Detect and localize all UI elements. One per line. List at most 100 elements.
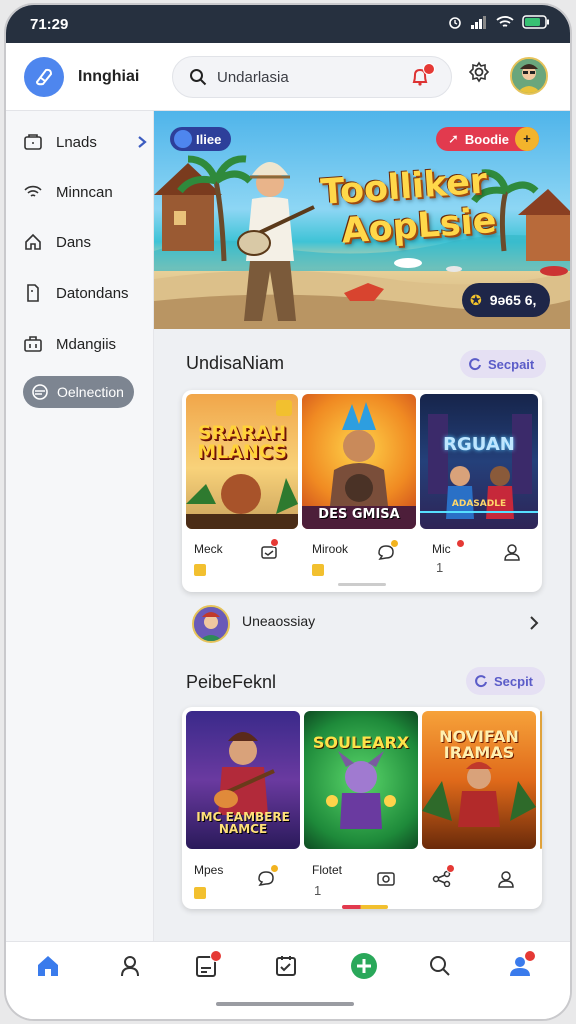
scroll-indicator bbox=[342, 905, 388, 909]
search-input[interactable]: Undarlasia bbox=[217, 69, 289, 86]
badge-icon bbox=[276, 400, 292, 416]
banner-tag-right[interactable]: ➚ Boodie + bbox=[436, 127, 539, 151]
game-label[interactable]: Flotet bbox=[312, 863, 342, 877]
sidebar-item-minncan[interactable]: Minncan bbox=[22, 174, 148, 210]
game-art-title: IMC EAMBERE NAMCE bbox=[196, 810, 290, 836]
chevron-right-icon bbox=[530, 616, 539, 630]
palette-icon bbox=[29, 381, 51, 403]
sidebar-item-datondans[interactable]: Datondans bbox=[22, 275, 148, 311]
notification-badge bbox=[270, 864, 279, 873]
see-all-button[interactable]: Secpit bbox=[466, 667, 546, 695]
app-name: Innghiai bbox=[78, 68, 140, 85]
friend-name: Uneaossiay bbox=[242, 613, 316, 629]
avatar-image bbox=[512, 59, 546, 93]
tab-friends[interactable] bbox=[506, 950, 536, 980]
logo-icon bbox=[35, 68, 53, 86]
game-thumbnail[interactable]: DES GMISA bbox=[302, 394, 416, 529]
home-indicator[interactable] bbox=[216, 1002, 354, 1006]
tab-search[interactable] bbox=[426, 952, 454, 980]
banner-tag-left[interactable]: Iliee bbox=[170, 127, 232, 151]
settings-button[interactable] bbox=[468, 61, 490, 88]
gear-icon bbox=[468, 61, 490, 83]
sidebar-item-mdangiis[interactable]: Mdangiis bbox=[22, 326, 148, 362]
game-thumbnail[interactable]: NOVIFAN IRAMAS bbox=[422, 711, 536, 849]
arrow-icon: ➚ bbox=[448, 131, 459, 146]
game-art-title: RGUAN bbox=[443, 434, 515, 455]
see-all-button[interactable]: Secpait bbox=[460, 350, 547, 378]
chevron-right-icon bbox=[138, 136, 147, 148]
game-thumbnail-partial[interactable] bbox=[540, 711, 542, 849]
tab-home[interactable] bbox=[34, 952, 62, 980]
notification-badge bbox=[446, 864, 455, 873]
notification-badge bbox=[456, 539, 465, 548]
notification-badge bbox=[524, 950, 536, 962]
camera-icon[interactable] bbox=[376, 869, 396, 887]
main-content: Iliee ➚ Boodie + Toolliker AopLsie ✪ 9ǝ6… bbox=[154, 111, 570, 941]
banner-counter: ✪ 9ǝ65 6, bbox=[462, 283, 551, 317]
notification-badge bbox=[423, 63, 435, 75]
game-thumbnail[interactable]: SRARAH MLANCS bbox=[186, 394, 298, 529]
signal-icon bbox=[471, 16, 486, 29]
tab-profile[interactable] bbox=[116, 952, 144, 980]
status-icons bbox=[448, 15, 550, 29]
game-label[interactable]: Mpes bbox=[194, 863, 223, 877]
game-label[interactable]: Mirook bbox=[312, 542, 348, 556]
app-header: Innghiai Undarlasia bbox=[6, 43, 570, 111]
sidebar-item-oelnection[interactable]: Oelnection bbox=[23, 376, 134, 408]
friend-row[interactable]: Uneaossiay bbox=[184, 601, 544, 645]
game-list-card: SRARAH MLANCS DES GMISA RGUAN ADASADLE M… bbox=[182, 390, 542, 592]
user-icon[interactable] bbox=[502, 542, 522, 562]
tab-tasks[interactable] bbox=[272, 952, 300, 980]
sidebar-item-lnads[interactable]: Lnads bbox=[22, 124, 148, 160]
briefcase-icon bbox=[22, 333, 44, 355]
game-thumbnail[interactable]: IMC EAMBERE NAMCE bbox=[186, 711, 300, 849]
controller-icon bbox=[174, 130, 192, 148]
game-art-title: DES GMISA bbox=[318, 507, 400, 522]
refresh-icon bbox=[475, 675, 487, 688]
document-icon bbox=[22, 282, 44, 304]
refresh-icon bbox=[469, 358, 481, 371]
banner-tag-right-label: Boodie bbox=[464, 131, 509, 147]
tab-create[interactable] bbox=[350, 952, 378, 980]
friend-avatar bbox=[192, 605, 230, 643]
sidebar-item-label: Dans bbox=[56, 233, 92, 251]
status-bar: 71:29 bbox=[6, 5, 570, 43]
game-thumbnail[interactable]: RGUAN ADASADLE bbox=[420, 394, 538, 529]
profile-avatar[interactable] bbox=[510, 57, 548, 95]
device-frame: 71:29 Innghiai Undarlasia Lnads Minncan … bbox=[4, 3, 572, 1021]
notification-badge bbox=[390, 539, 399, 548]
game-thumbnail[interactable]: SOULEARX bbox=[304, 711, 418, 849]
notification-badge bbox=[210, 950, 222, 962]
search-bar[interactable]: Undarlasia bbox=[172, 56, 452, 98]
folder-icon bbox=[22, 131, 44, 153]
game-label[interactable]: Meck bbox=[194, 542, 223, 556]
game-art-title: SOULEARX bbox=[312, 733, 410, 752]
game-count: 1 bbox=[436, 560, 444, 575]
wifi-icon bbox=[22, 181, 44, 203]
sidebar-item-label: Minncan bbox=[56, 183, 113, 201]
calendar-check-icon bbox=[276, 956, 296, 976]
home-icon bbox=[22, 231, 44, 253]
notification-badge bbox=[270, 538, 279, 547]
user-icon[interactable] bbox=[496, 869, 516, 889]
notification-button[interactable] bbox=[409, 63, 435, 90]
app-logo[interactable] bbox=[24, 57, 64, 97]
game-count: 1 bbox=[314, 883, 322, 898]
tab-inbox[interactable] bbox=[192, 950, 222, 980]
person-icon bbox=[121, 956, 139, 977]
game-list-card: IMC EAMBERE NAMCE SOULEARX NOVIFAN IRAMA… bbox=[182, 707, 542, 909]
plus-circle-icon bbox=[351, 953, 377, 979]
counter-value: 9ǝ65 6, bbox=[489, 292, 537, 308]
coin-icon bbox=[194, 887, 206, 899]
banner-title: Toolliker AopLsie bbox=[319, 161, 498, 252]
hero-banner[interactable]: Iliee ➚ Boodie + Toolliker AopLsie ✪ 9ǝ6… bbox=[154, 111, 570, 329]
alarm-icon bbox=[449, 17, 461, 29]
battery-icon bbox=[522, 15, 549, 29]
coin-icon bbox=[194, 564, 206, 576]
sidebar-item-label: Mdangiis bbox=[56, 335, 117, 353]
sidebar-item-dans[interactable]: Dans bbox=[22, 224, 148, 260]
bottom-tab-bar bbox=[6, 941, 570, 1019]
game-label[interactable]: Mic bbox=[432, 542, 451, 556]
trophy-icon: ✪ bbox=[470, 291, 482, 308]
search-icon bbox=[190, 69, 207, 86]
